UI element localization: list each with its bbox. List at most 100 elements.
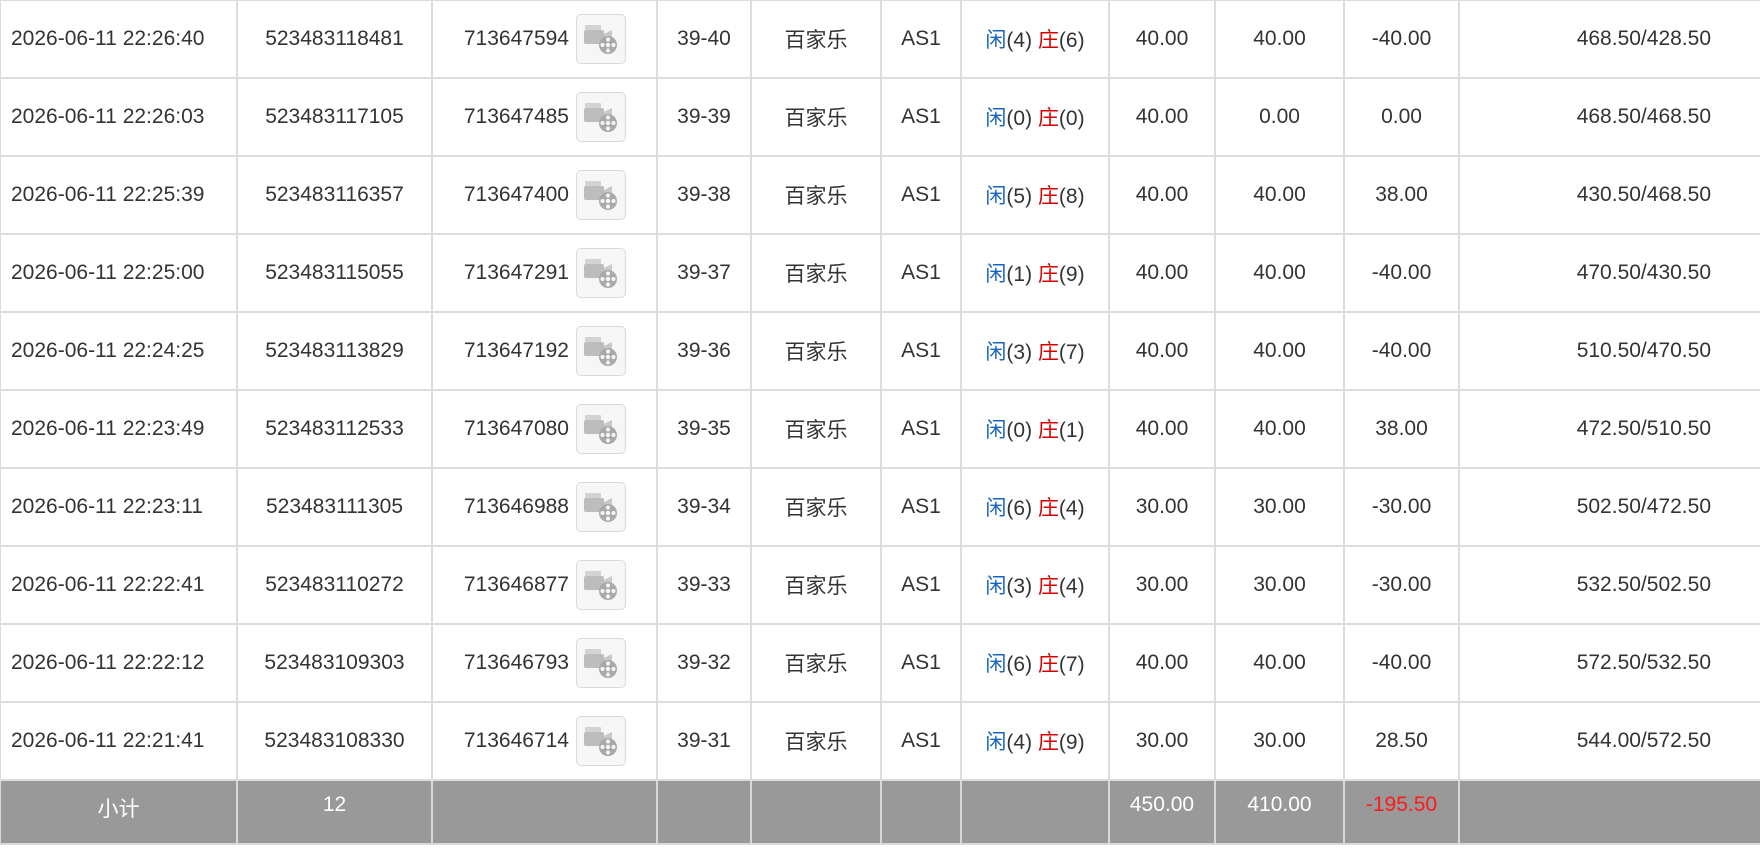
- game-type: 百家乐: [750, 155, 882, 235]
- banker-label: 庄: [1037, 497, 1059, 520]
- video-replay-button[interactable]: [576, 482, 626, 532]
- bet-time: 2026-06-11 22:23:11: [0, 467, 238, 547]
- game-result: 闲(3) 庄(4): [960, 545, 1110, 625]
- player-score: (0): [1006, 107, 1033, 130]
- bet-amount: 40.00: [1108, 311, 1216, 391]
- subtotal-label: 小计: [0, 779, 238, 845]
- win-loss: -40.00: [1343, 623, 1460, 703]
- valid-bet: 30.00: [1214, 467, 1345, 547]
- game-type: 百家乐: [750, 701, 882, 781]
- bet-time: 2026-06-11 22:25:39: [0, 155, 238, 235]
- game-id: 713646793: [463, 651, 569, 674]
- video-replay-icon: [584, 25, 617, 54]
- banker-score: (9): [1058, 731, 1085, 754]
- game-type: 百家乐: [750, 311, 882, 391]
- bet-history-table: 2026-06-11 22:26:40 523483118481 7136475…: [0, 0, 1760, 845]
- game-id: 713647192: [463, 339, 569, 362]
- valid-bet: 40.00: [1214, 233, 1345, 313]
- valid-bet: 40.00: [1214, 311, 1345, 391]
- win-loss: 38.00: [1343, 389, 1460, 469]
- valid-bet: 40.00: [1214, 623, 1345, 703]
- game-id-cell: 713647400: [431, 155, 658, 235]
- table-code: AS1: [880, 155, 962, 235]
- win-loss: 38.00: [1343, 155, 1460, 235]
- valid-bet: 40.00: [1214, 389, 1345, 469]
- banker-label: 庄: [1037, 107, 1059, 130]
- subtotal-valid-bet: 410.00: [1214, 779, 1345, 845]
- subtotal-empty: [880, 779, 962, 845]
- table-round: 39-36: [656, 311, 752, 391]
- balance: 544.00/572.50: [1458, 701, 1760, 781]
- bet-id: 523483116357: [236, 155, 433, 235]
- video-replay-button[interactable]: [576, 404, 626, 454]
- table-row: 2026-06-11 22:24:25 523483113829 7136471…: [0, 311, 1760, 391]
- table-row: 2026-06-11 22:22:12 523483109303 7136467…: [0, 623, 1760, 703]
- table-code: AS1: [880, 77, 962, 157]
- table-code: AS1: [880, 467, 962, 547]
- table-row: 2026-06-11 22:23:49 523483112533 7136470…: [0, 389, 1760, 469]
- bet-rows: 2026-06-11 22:26:40 523483118481 7136475…: [0, 0, 1760, 781]
- game-id-cell: 713647594: [431, 0, 658, 79]
- win-loss: -30.00: [1343, 545, 1460, 625]
- video-replay-button[interactable]: [576, 716, 626, 766]
- video-replay-button[interactable]: [576, 92, 626, 142]
- bet-amount: 40.00: [1108, 233, 1216, 313]
- video-replay-button[interactable]: [576, 326, 626, 376]
- table-round: 39-32: [656, 623, 752, 703]
- game-id: 713646988: [463, 495, 569, 518]
- balance: 510.50/470.50: [1458, 311, 1760, 391]
- bet-id: 523483110272: [236, 545, 433, 625]
- game-result: 闲(6) 庄(7): [960, 623, 1110, 703]
- subtotal-row: 小计 12 450.00 410.00 -195.50: [0, 779, 1760, 845]
- banker-score: (7): [1058, 341, 1085, 364]
- subtotal-section: 小计 12 450.00 410.00 -195.50: [0, 779, 1760, 845]
- video-replay-icon: [584, 181, 617, 210]
- balance: 572.50/532.50: [1458, 623, 1760, 703]
- banker-label: 庄: [1037, 653, 1059, 676]
- game-id-cell: 713647291: [431, 233, 658, 313]
- subtotal-empty: [750, 779, 882, 845]
- banker-label: 庄: [1037, 731, 1059, 754]
- balance: 430.50/468.50: [1458, 155, 1760, 235]
- banker-score: (9): [1058, 263, 1085, 286]
- player-label: 闲: [985, 263, 1007, 286]
- player-score: (4): [1006, 29, 1033, 52]
- video-replay-button[interactable]: [576, 248, 626, 298]
- bet-amount: 40.00: [1108, 389, 1216, 469]
- banker-label: 庄: [1037, 419, 1059, 442]
- table-round: 39-35: [656, 389, 752, 469]
- subtotal-empty: [960, 779, 1110, 845]
- table-code: AS1: [880, 545, 962, 625]
- player-label: 闲: [985, 341, 1007, 364]
- subtotal-win-loss: -195.50: [1343, 779, 1460, 845]
- game-result: 闲(1) 庄(9): [960, 233, 1110, 313]
- banker-label: 庄: [1037, 29, 1059, 52]
- table-round: 39-38: [656, 155, 752, 235]
- video-replay-button[interactable]: [576, 170, 626, 220]
- banker-label: 庄: [1037, 263, 1059, 286]
- table-row: 2026-06-11 22:22:41 523483110272 7136468…: [0, 545, 1760, 625]
- player-score: (6): [1006, 497, 1033, 520]
- win-loss: 28.50: [1343, 701, 1460, 781]
- game-id-cell: 713646877: [431, 545, 658, 625]
- banker-score: (0): [1058, 107, 1085, 130]
- player-score: (3): [1006, 341, 1033, 364]
- player-label: 闲: [985, 185, 1007, 208]
- bet-amount: 30.00: [1108, 545, 1216, 625]
- game-type: 百家乐: [750, 623, 882, 703]
- win-loss: 0.00: [1343, 77, 1460, 157]
- video-replay-button[interactable]: [576, 14, 626, 64]
- banker-label: 庄: [1037, 185, 1059, 208]
- player-label: 闲: [985, 575, 1007, 598]
- video-replay-icon: [584, 493, 617, 522]
- valid-bet: 40.00: [1214, 0, 1345, 79]
- video-replay-button[interactable]: [576, 560, 626, 610]
- balance: 472.50/510.50: [1458, 389, 1760, 469]
- valid-bet: 40.00: [1214, 155, 1345, 235]
- game-id-cell: 713647192: [431, 311, 658, 391]
- game-id: 713646877: [463, 573, 569, 596]
- video-replay-button[interactable]: [576, 638, 626, 688]
- subtotal-empty: [1458, 779, 1760, 845]
- bet-time: 2026-06-11 22:26:40: [0, 0, 238, 79]
- game-id-cell: 713646793: [431, 623, 658, 703]
